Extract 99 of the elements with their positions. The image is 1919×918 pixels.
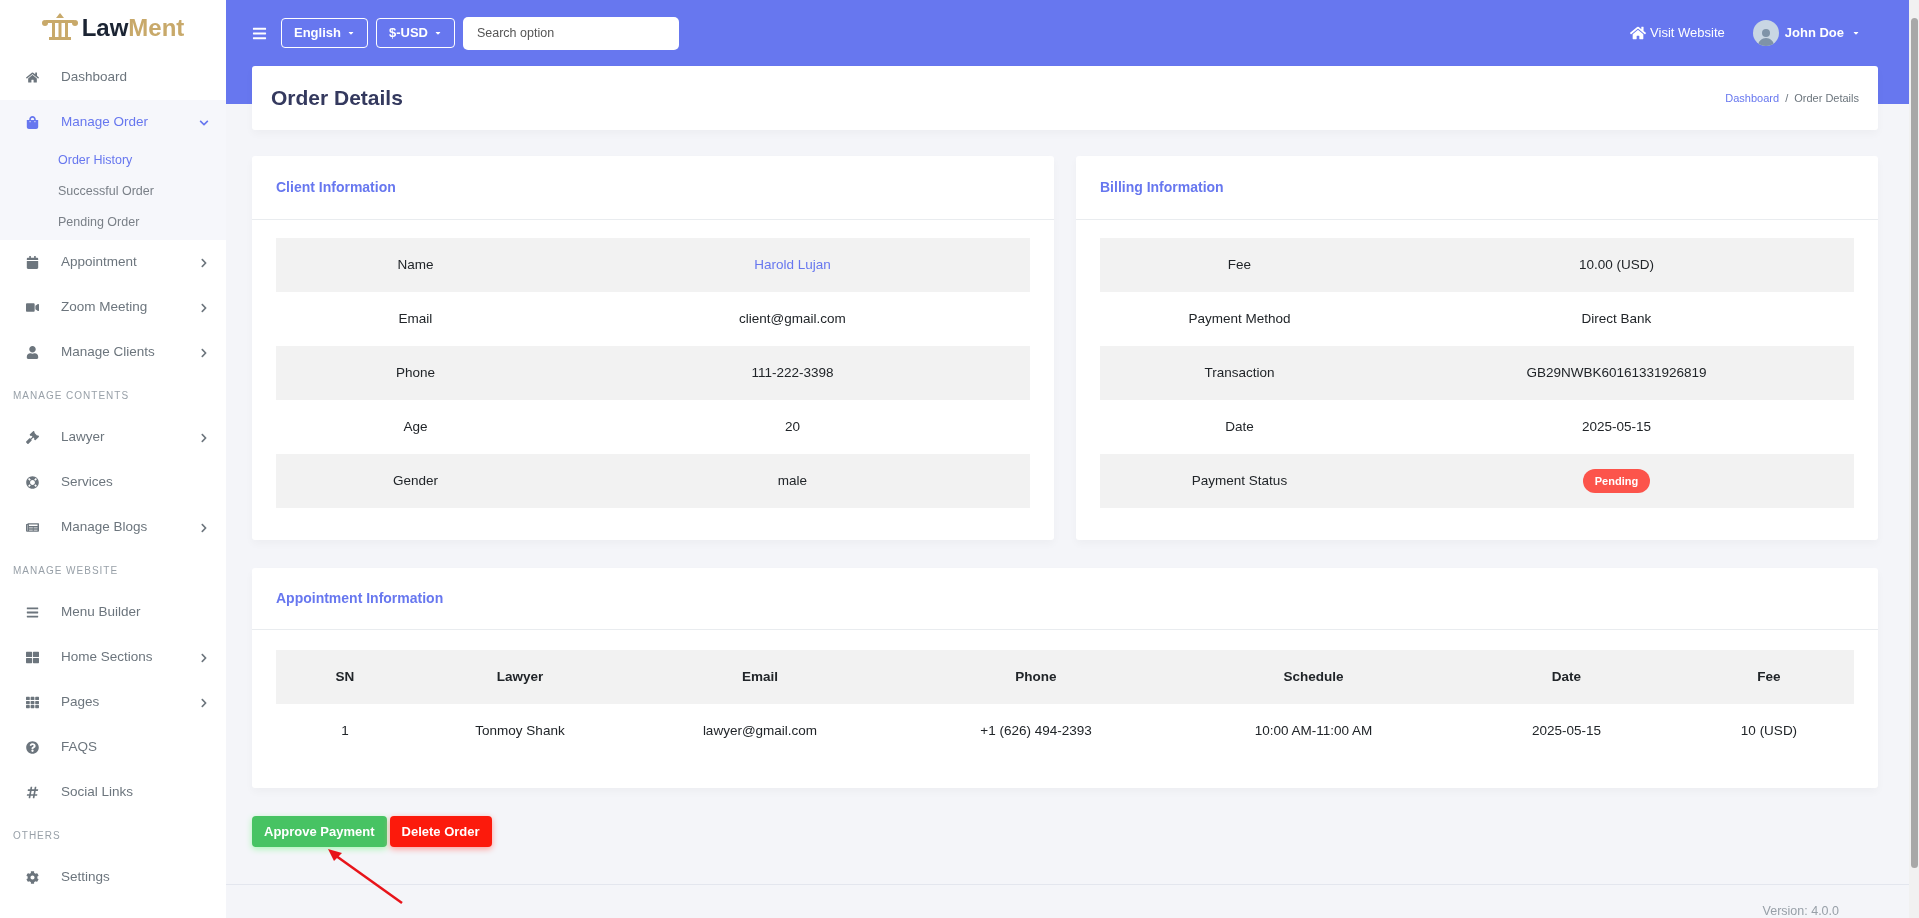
sidebar-item[interactable]: Lawyer bbox=[0, 415, 226, 460]
client-name-link[interactable]: Harold Lujan bbox=[754, 254, 831, 276]
caret-icon bbox=[433, 29, 442, 37]
bag-icon bbox=[26, 116, 39, 129]
table-cell-text: 10 (USD) bbox=[1740, 721, 1798, 740]
search-field[interactable]: Search option bbox=[462, 16, 679, 50]
language-dropdown[interactable]: English bbox=[281, 18, 368, 48]
submenu-item[interactable]: Order History bbox=[58, 151, 133, 170]
field-value: GB29NWBK60161331926819 bbox=[1526, 363, 1707, 382]
submenu-item[interactable]: Successful Order bbox=[58, 182, 154, 201]
field-value: 2025-05-15 bbox=[1581, 417, 1651, 436]
field-label: Fee bbox=[1227, 255, 1252, 274]
user-avatar[interactable] bbox=[1752, 20, 1779, 46]
chevron-down-icon bbox=[199, 117, 209, 128]
gavel-icon bbox=[26, 431, 39, 444]
chevron-right-icon bbox=[199, 432, 209, 443]
sidebar-item[interactable]: Dashboard bbox=[0, 55, 226, 100]
sidebar-item[interactable]: Menu Builder bbox=[0, 590, 226, 635]
breadcrumb-link[interactable]: Dashboard bbox=[1725, 89, 1780, 107]
life-ring-icon bbox=[26, 476, 39, 489]
scrollbar[interactable] bbox=[1909, 0, 1919, 918]
visit-website-link[interactable]: Visit Website bbox=[1630, 23, 1725, 43]
column-header: SN bbox=[335, 667, 355, 686]
hashtag-icon bbox=[26, 786, 39, 799]
field-label: Age bbox=[403, 417, 428, 436]
caret-icon bbox=[346, 29, 355, 37]
user-menu-button[interactable]: John Doe bbox=[1784, 23, 1860, 43]
field-value: Direct Bank bbox=[1581, 309, 1652, 328]
settings-icon bbox=[26, 871, 39, 884]
video-camera-icon bbox=[26, 301, 39, 314]
caret-icon bbox=[1852, 29, 1860, 37]
chevron-right-icon bbox=[199, 257, 209, 268]
section-label: MANAGE CONTENTS bbox=[13, 388, 130, 403]
currency-dropdown[interactable]: $-USD bbox=[375, 18, 455, 48]
chevron-right-icon bbox=[199, 697, 209, 708]
breadcrumb-current: Order Details bbox=[1794, 90, 1859, 106]
table-cell-text: 2025-05-15 bbox=[1531, 721, 1602, 740]
table-cell-text: Tonmoy Shank bbox=[475, 721, 565, 740]
column-header: Fee bbox=[1757, 667, 1781, 686]
table-cell-text: lawyer@gmail.com bbox=[702, 721, 818, 740]
card-title: Client Information bbox=[276, 178, 396, 197]
field-label: Gender bbox=[392, 471, 438, 490]
breadcrumb-separator: / bbox=[1785, 90, 1789, 106]
field-value: 10.00 (USD) bbox=[1578, 255, 1654, 274]
column-header: Lawyer bbox=[496, 667, 544, 686]
sidebar-item[interactable]: Appointment bbox=[0, 240, 226, 285]
column-header: Email bbox=[742, 667, 778, 686]
table-cell-text: +1 (626) 494-2393 bbox=[980, 721, 1092, 740]
version-text: Version: 4.0.0 bbox=[1762, 903, 1839, 918]
menu-icon bbox=[26, 606, 39, 619]
field-label: Email bbox=[398, 309, 433, 328]
sidebar-item[interactable]: Manage Blogs bbox=[0, 505, 226, 550]
field-value: male bbox=[777, 471, 808, 490]
field-value: 111-222-3398 bbox=[751, 363, 834, 382]
sidebar-item[interactable]: FAQS bbox=[0, 725, 226, 770]
chevron-right-icon bbox=[199, 302, 209, 313]
scales-logo-icon bbox=[41, 12, 78, 43]
newspaper-icon bbox=[26, 521, 39, 534]
field-label: Date bbox=[1225, 417, 1254, 436]
field-label: Payment Status bbox=[1191, 471, 1288, 490]
card-title: Appointment Information bbox=[276, 589, 444, 608]
home-icon bbox=[1630, 25, 1647, 41]
sidebar-item[interactable]: Pages bbox=[0, 680, 226, 725]
chevron-right-icon bbox=[199, 347, 209, 358]
grid-icon bbox=[26, 651, 39, 664]
calendar-icon bbox=[26, 256, 39, 269]
field-value: 20 bbox=[784, 417, 800, 436]
delete-order-button[interactable]: Delete Order bbox=[389, 816, 492, 847]
column-header: Phone bbox=[1015, 667, 1057, 686]
user-icon bbox=[26, 346, 39, 359]
field-label: Payment Method bbox=[1188, 309, 1291, 328]
chevron-right-icon bbox=[199, 652, 209, 663]
column-header: Schedule bbox=[1283, 667, 1344, 686]
sidebar-item[interactable]: Home Sections bbox=[0, 635, 226, 680]
sidebar-item[interactable]: Manage Order bbox=[0, 100, 226, 145]
field-label: Transaction bbox=[1204, 363, 1275, 382]
section-label: OTHERS bbox=[13, 828, 61, 843]
field-label: Phone bbox=[395, 363, 435, 382]
logo-text[interactable]: LawMent bbox=[81, 9, 185, 46]
page-title: Order Details bbox=[271, 85, 404, 112]
question-icon bbox=[26, 741, 39, 754]
sidebar-item[interactable]: Manage Clients bbox=[0, 330, 226, 375]
sidebar-item[interactable]: Services bbox=[0, 460, 226, 505]
submenu-item[interactable]: Pending Order bbox=[58, 213, 140, 232]
field-label: Name bbox=[397, 255, 434, 274]
field-value: client@gmail.com bbox=[739, 309, 846, 328]
menu-icon[interactable] bbox=[252, 25, 267, 41]
home-icon bbox=[26, 71, 39, 84]
card-title: Billing Information bbox=[1100, 178, 1224, 197]
chevron-right-icon bbox=[199, 522, 209, 533]
section-label: MANAGE WEBSITE bbox=[13, 563, 119, 578]
table-cell-text: 1 bbox=[341, 721, 349, 740]
status-badge: Pending bbox=[1582, 469, 1651, 493]
sidebar-item[interactable]: Settings bbox=[0, 855, 226, 900]
sidebar-item[interactable]: Zoom Meeting bbox=[0, 285, 226, 330]
grid-icon bbox=[26, 696, 39, 709]
table-cell-text: 10:00 AM-11:00 AM bbox=[1254, 721, 1373, 740]
sidebar-item[interactable]: Social Links bbox=[0, 770, 226, 815]
column-header: Date bbox=[1551, 667, 1582, 686]
